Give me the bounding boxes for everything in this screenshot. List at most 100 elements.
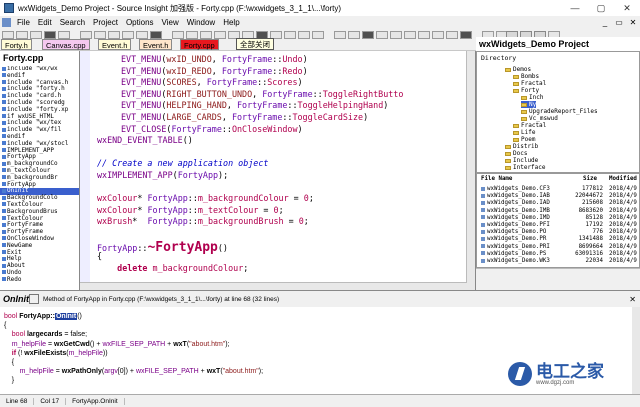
toolbar-button[interactable] bbox=[284, 31, 296, 39]
doc-minimize-button[interactable]: _ bbox=[598, 18, 612, 27]
tree-item[interactable]: Fractal bbox=[513, 122, 546, 129]
symbol-list[interactable]: include "wx/wx endif include "canvas.h incl… bbox=[0, 66, 80, 290]
toolbar-button[interactable] bbox=[122, 31, 134, 39]
code-token: ~FortyApp bbox=[147, 239, 218, 255]
toolbar-button[interactable] bbox=[2, 31, 14, 39]
file-size: 17192 bbox=[585, 222, 603, 228]
file-tab[interactable]: Canvas.cpp bbox=[42, 39, 90, 50]
file-tab[interactable]: Forty.h bbox=[1, 39, 32, 50]
document-icon[interactable] bbox=[2, 18, 11, 27]
toolbar-button[interactable] bbox=[172, 31, 184, 39]
tree-item[interactable]: Ny bbox=[521, 101, 537, 108]
code-editor[interactable]: EVT_MENU(wxID_UNDO, FortyFrame::Undo) EVT… bbox=[80, 51, 476, 290]
tree-item[interactable]: Include bbox=[505, 157, 538, 164]
tree-item[interactable]: Life bbox=[513, 129, 535, 136]
col-file-name[interactable]: File Name bbox=[481, 176, 512, 184]
file-row[interactable]: wxWidgets_Demo.PRI 8699664 2018/4/9 bbox=[477, 244, 639, 251]
project-file-list[interactable]: File Name Size Modified wxWidgets_Demo.C… bbox=[476, 173, 640, 268]
toolbar-button[interactable] bbox=[390, 31, 402, 39]
col-modified[interactable]: Modified bbox=[609, 176, 637, 184]
file-modified: 2018/4/9 bbox=[609, 229, 637, 236]
col-size[interactable]: Size bbox=[583, 176, 597, 184]
toolbar-button[interactable] bbox=[404, 31, 416, 39]
toolbar-button[interactable] bbox=[418, 31, 430, 39]
menu-edit[interactable]: Edit bbox=[38, 18, 52, 27]
toolbar-button[interactable] bbox=[80, 31, 92, 39]
toolbar-button[interactable] bbox=[214, 31, 226, 39]
file-row[interactable]: wxWidgets_Demo.PO 776 2018/4/9 bbox=[477, 229, 639, 236]
menu-search[interactable]: Search bbox=[60, 18, 85, 27]
file-tab[interactable]: Event.h bbox=[139, 39, 173, 50]
toolbar-button[interactable] bbox=[460, 31, 472, 39]
tree-item[interactable]: Vc_mswud bbox=[521, 115, 558, 122]
toolbar-button[interactable] bbox=[30, 31, 42, 39]
code-token: ToggleCardSize bbox=[292, 112, 364, 122]
file-row[interactable]: wxWidgets_Demo.PR 1341488 2018/4/9 bbox=[477, 236, 639, 243]
toolbar-button[interactable] bbox=[150, 31, 162, 39]
file-row[interactable]: wxWidgets_Demo.PFI 17192 2018/4/9 bbox=[477, 222, 639, 229]
tree-item[interactable]: Poem bbox=[513, 136, 535, 143]
toolbar-button[interactable] bbox=[376, 31, 388, 39]
toolbar-button[interactable] bbox=[362, 31, 374, 39]
menu-view[interactable]: View bbox=[162, 18, 179, 27]
toolbar-button[interactable] bbox=[108, 31, 120, 39]
toolbar-button[interactable] bbox=[432, 31, 444, 39]
tree-item[interactable]: Forty bbox=[513, 87, 539, 94]
file-tab[interactable]: Event.h bbox=[98, 39, 132, 50]
file-row[interactable]: wxWidgets_Demo.CF3 177812 2018/4/9 bbox=[477, 186, 639, 193]
file-row[interactable]: wxWidgets_Demo.IAD 215608 2018/4/9 bbox=[477, 200, 639, 207]
toolbar-button[interactable] bbox=[312, 31, 324, 39]
editor-vertical-scrollbar[interactable] bbox=[466, 51, 475, 290]
menu-file[interactable]: File bbox=[17, 18, 30, 27]
toolbar-button[interactable] bbox=[348, 31, 360, 39]
symbol-icon bbox=[2, 250, 6, 255]
toolbar-button[interactable] bbox=[44, 31, 56, 39]
menu-project[interactable]: Project bbox=[93, 18, 118, 27]
close-button[interactable]: ✕ bbox=[614, 0, 640, 16]
context-code-token: } bbox=[4, 377, 15, 385]
toolbar-button[interactable] bbox=[446, 31, 458, 39]
context-close-icon[interactable]: ✕ bbox=[629, 295, 636, 304]
menu-help[interactable]: Help bbox=[223, 18, 239, 27]
toolbar-button[interactable] bbox=[334, 31, 346, 39]
toolbar-button[interactable] bbox=[136, 31, 148, 39]
pin-icon[interactable] bbox=[29, 294, 39, 304]
toolbar-button[interactable] bbox=[200, 31, 212, 39]
toolbar-button[interactable] bbox=[186, 31, 198, 39]
file-row[interactable]: wxWidgets_Demo.PS 63091316 2018/4/9 bbox=[477, 251, 639, 258]
context-code-token: "about.htm" bbox=[189, 340, 226, 348]
file-tab[interactable]: Forty.cpp bbox=[180, 39, 219, 50]
tree-item[interactable]: Interface bbox=[505, 164, 546, 171]
tree-label: Demos bbox=[513, 66, 532, 73]
toolbar-button[interactable] bbox=[298, 31, 310, 39]
file-row[interactable]: wxWidgets_Demo.WK3 22034 2018/4/9 bbox=[477, 258, 639, 265]
tree-item[interactable]: Fractal bbox=[513, 80, 546, 87]
file-row[interactable]: wxWidgets_Demo.IMD 85128 2018/4/9 bbox=[477, 215, 639, 222]
symbol-item[interactable]: Redo bbox=[0, 276, 79, 284]
code-token: FortyFrame bbox=[171, 123, 222, 134]
tree-item[interactable]: Demos bbox=[505, 66, 531, 73]
file-row[interactable]: wxWidgets_Demo.IMB 8683620 2018/4/9 bbox=[477, 208, 639, 215]
watermark: 电工之家 www.dgzj.com bbox=[508, 357, 640, 391]
tree-item[interactable]: Docs bbox=[505, 150, 527, 157]
toolbar-button[interactable] bbox=[58, 31, 70, 39]
code-token: wxEND_EVENT_TABLE bbox=[97, 135, 183, 146]
toolbar-button[interactable] bbox=[94, 31, 106, 39]
menu-options[interactable]: Options bbox=[126, 18, 154, 27]
file-icon bbox=[481, 208, 485, 213]
editor-horizontal-scrollbar[interactable] bbox=[80, 282, 467, 290]
toolbar-button[interactable] bbox=[16, 31, 28, 39]
doc-restore-button[interactable]: ▭ bbox=[612, 18, 626, 27]
code-token: EVT_MENU bbox=[121, 65, 162, 76]
tree-item[interactable]: UpgradeReport_Files bbox=[521, 108, 598, 115]
project-directory-tree[interactable]: Directory Demos Bombs Fractal Forty Inch Ny Up… bbox=[476, 51, 640, 173]
symbol-icon bbox=[2, 229, 6, 234]
minimize-button[interactable]: — bbox=[562, 0, 588, 16]
doc-close-button[interactable]: ✕ bbox=[626, 18, 640, 27]
file-row[interactable]: wxWidgets_Demo.IAB 22044672 2018/4/9 bbox=[477, 193, 639, 200]
tree-item[interactable]: Bombs bbox=[513, 73, 539, 80]
tree-item[interactable]: Inch bbox=[521, 94, 543, 101]
tree-item[interactable]: Distrib bbox=[505, 143, 538, 150]
menu-window[interactable]: Window bbox=[187, 18, 215, 27]
maximize-button[interactable]: ▢ bbox=[588, 0, 614, 16]
